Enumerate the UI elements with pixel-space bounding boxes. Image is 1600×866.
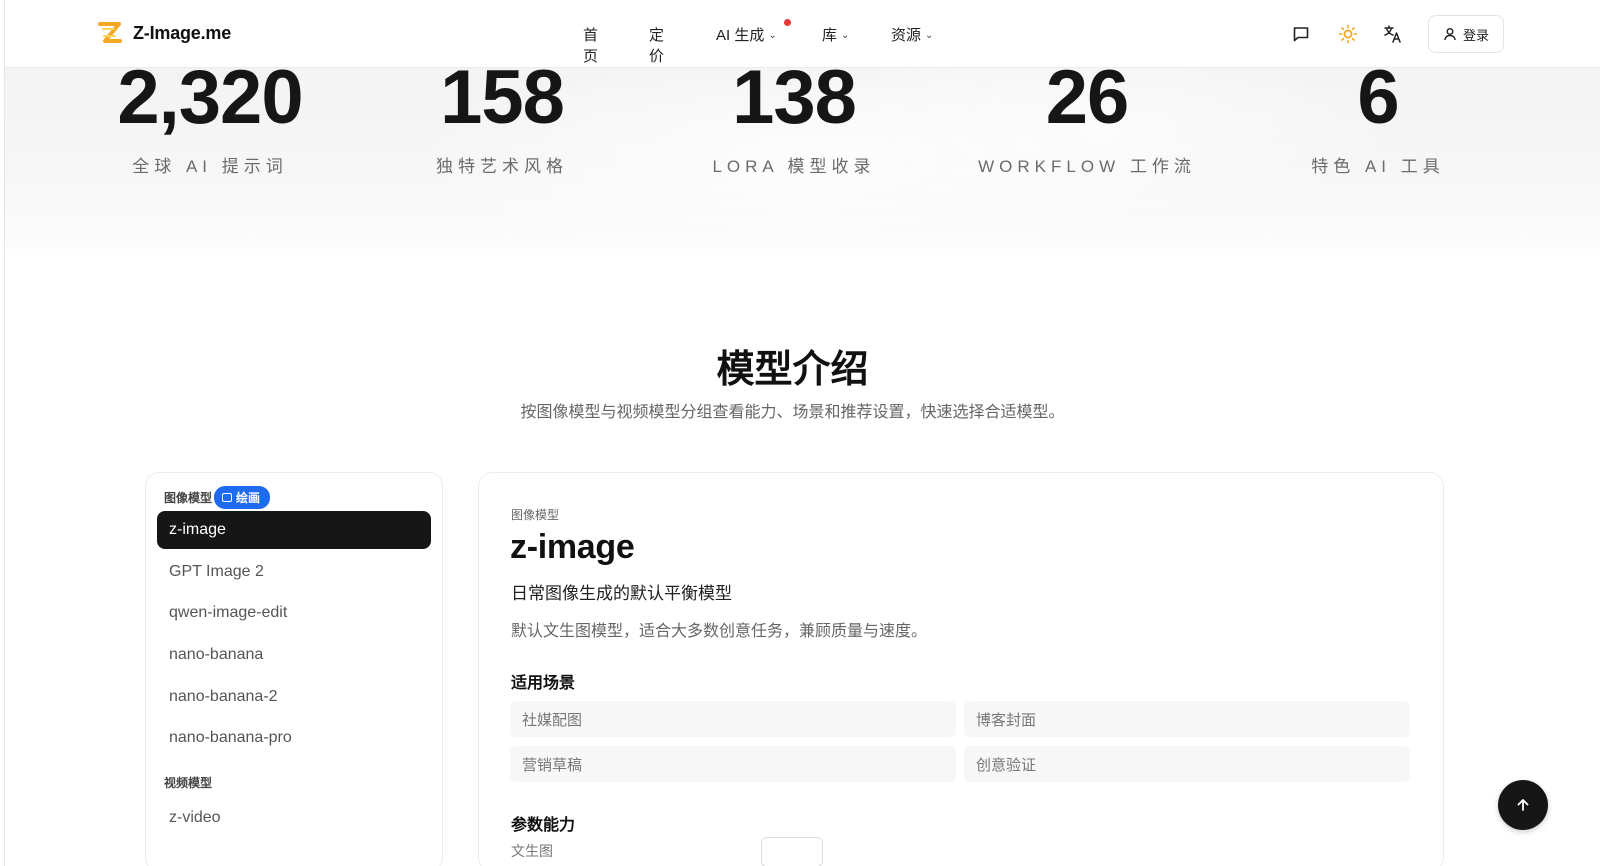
model-item-gpt-image-2[interactable]: GPT Image 2 [157, 553, 431, 591]
model-detail-panel: 图像模型 z-image 日常图像生成的默认平衡模型 默认文生图模型，适合大多数… [478, 472, 1444, 866]
detail-tagline: 日常图像生成的默认平衡模型 [511, 584, 732, 603]
nav-library-label: 库 [822, 27, 838, 44]
model-label: z-video [169, 809, 221, 826]
stat-lora: 138 LORA 模型收录 [644, 55, 944, 177]
stat-value: 26 [1045, 55, 1130, 140]
nav-pricing[interactable]: 定价 [649, 24, 664, 66]
stat-label: LORA 模型收录 [712, 157, 876, 176]
login-label: 登录 [1462, 27, 1489, 43]
model-label: nano-banana-2 [169, 688, 278, 705]
back-to-top-button[interactable] [1498, 780, 1548, 830]
model-list-panel: 图像模型 绘画 z-image GPT Image 2 qwen-image-e… [145, 472, 443, 866]
notification-dot [783, 19, 791, 26]
badge-label: 绘画 [236, 491, 261, 505]
params-heading: 参数能力 [511, 817, 576, 834]
video-models-group: 视频模型 [164, 774, 212, 791]
model-item-nano-banana-pro[interactable]: nano-banana-pro [157, 719, 431, 757]
user-icon [1444, 28, 1456, 41]
translate-icon[interactable] [1382, 23, 1404, 45]
scene-chip: 创意验证 [964, 746, 1410, 782]
nav-home[interactable]: 首页 [583, 24, 598, 66]
image-icon [222, 493, 233, 502]
group-label: 视频模型 [164, 776, 213, 790]
stat-label: 全球 AI 提示词 [132, 157, 288, 176]
detail-model-name: z-image [510, 528, 635, 566]
site-header: Z-Image.me 首页 定价 AI 生成 ⌄ 库 ⌄ 资源 ⌄ 登录 [5, 0, 1600, 68]
param-label: 文生图 [511, 843, 553, 859]
nav-resources[interactable]: 资源 ⌄ [891, 24, 933, 45]
nav-resources-label: 资源 [891, 27, 922, 44]
nav-pricing-label: 定价 [649, 27, 665, 65]
scenes-heading: 适用场景 [511, 675, 576, 692]
model-item-qwen-image-edit[interactable]: qwen-image-edit [157, 594, 431, 632]
stat-label: 特色 AI 工具 [1311, 157, 1445, 176]
stat-value: 6 [1357, 55, 1399, 140]
brand-name: Z-Image.me [133, 22, 232, 43]
nav-home-label: 首页 [583, 27, 599, 65]
scene-chip: 社媒配图 [510, 701, 956, 737]
model-item-nano-banana[interactable]: nano-banana [157, 636, 431, 674]
arrow-up-icon [1517, 799, 1529, 811]
model-item-z-video[interactable]: z-video [157, 799, 431, 837]
section-title: 模型介绍 [716, 349, 869, 391]
stat-value: 2,320 [117, 55, 303, 140]
stat-styles: 158 独特艺术风格 [352, 55, 652, 177]
model-label: GPT Image 2 [169, 563, 264, 580]
login-button[interactable]: 登录 [1428, 15, 1504, 53]
z-logo-icon [98, 22, 122, 43]
stat-label: 独特艺术风格 [436, 157, 568, 176]
stat-workflow: 26 WORKFLOW 工作流 [937, 55, 1237, 177]
detail-description: 默认文生图模型，适合大多数创意任务，兼顾质量与速度。 [511, 623, 928, 640]
stat-label: WORKFLOW 工作流 [978, 157, 1196, 176]
chevron-down-icon: ⌄ [925, 30, 934, 41]
model-label: z-image [169, 521, 226, 538]
chevron-down-icon: ⌄ [841, 30, 850, 41]
scene-chip: 博客封面 [964, 701, 1410, 737]
stat-value: 158 [440, 55, 565, 140]
model-item-z-image[interactable]: z-image [157, 511, 431, 549]
scene-chip: 营销草稿 [510, 746, 956, 782]
stat-value: 138 [732, 55, 857, 140]
group-label: 图像模型 [164, 491, 213, 505]
nav-ai-generate-label: AI 生成 [716, 27, 765, 44]
nav-ai-generate[interactable]: AI 生成 ⌄ [716, 19, 791, 45]
section-subtitle: 按图像模型与视频模型分组查看能力、场景和推荐设置，快速选择合适模型。 [520, 404, 1065, 421]
sun-icon[interactable] [1337, 23, 1359, 45]
detail-category: 图像模型 [511, 508, 560, 522]
nav-library[interactable]: 库 ⌄ [822, 24, 849, 45]
model-label: qwen-image-edit [169, 604, 288, 621]
stats-band: 2,320 全球 AI 提示词 158 独特艺术风格 138 LORA 模型收录… [5, 55, 1600, 258]
stat-prompts: 2,320 全球 AI 提示词 [60, 55, 360, 177]
brand-logo[interactable]: Z-Image.me [95, 18, 231, 48]
image-models-group: 图像模型 绘画 [164, 486, 271, 509]
chevron-down-icon: ⌄ [768, 30, 777, 41]
model-item-nano-banana-2[interactable]: nano-banana-2 [157, 678, 431, 716]
stat-tools: 6 特色 AI 工具 [1228, 55, 1528, 177]
param-toggle[interactable] [761, 837, 823, 866]
drawing-badge: 绘画 [214, 486, 271, 509]
chat-icon[interactable] [1290, 23, 1312, 45]
model-label: nano-banana [169, 646, 264, 663]
model-label: nano-banana-pro [169, 729, 292, 746]
